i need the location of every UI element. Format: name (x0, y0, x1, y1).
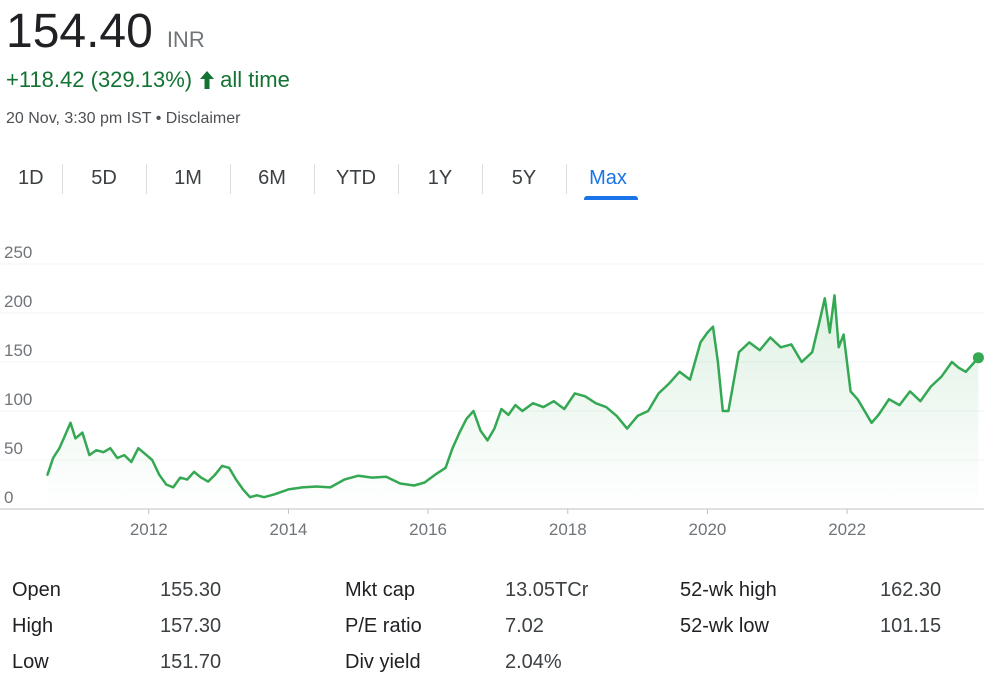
tab-5d[interactable]: 5D (62, 158, 146, 200)
tab-5y[interactable]: 5Y (482, 158, 566, 200)
tab-1d[interactable]: 1D (0, 158, 62, 200)
stat-label: Low (12, 651, 49, 673)
stat-value: 7.02 (505, 615, 544, 637)
arrow-up-icon (200, 71, 215, 89)
stat-high: High 157.30 (12, 608, 221, 644)
x-tick-label: 2016 (409, 520, 447, 539)
stat-div-yield: Div yield 2.04% (345, 644, 562, 680)
y-tick-label: 200 (4, 292, 32, 311)
timestamp: 20 Nov, 3:30 pm IST (6, 110, 152, 127)
stat-mkt-cap: Mkt cap 13.05TCr (345, 572, 588, 608)
stat-low: Low 151.70 (12, 644, 221, 680)
stat-value: 162.30 (880, 579, 942, 601)
separator-dot: • (155, 110, 162, 127)
stat-label: P/E ratio (345, 615, 422, 637)
current-price-dot (972, 352, 984, 364)
y-tick-label: 150 (4, 341, 32, 360)
price-header: 154.40 INR (6, 4, 205, 60)
tab-6m[interactable]: 6M (230, 158, 314, 200)
tab-1y[interactable]: 1Y (398, 158, 482, 200)
stat-label: High (12, 615, 54, 637)
currency-label: INR (166, 27, 205, 52)
stat-label: Mkt cap (345, 579, 416, 601)
price-change: +118.42 (329.13%) all time (6, 66, 290, 94)
tab-max[interactable]: Max (566, 158, 650, 200)
stat-label: Open (12, 579, 61, 601)
y-tick-label: 50 (4, 439, 23, 458)
stat-52wk-high: 52-wk high 162.30 (680, 572, 941, 608)
x-tick-label: 2022 (828, 520, 866, 539)
price-chart[interactable]: 0 50 100 150 200 250 2012 2014 2016 2018 2020 2022 (0, 244, 984, 544)
stat-52wk-low: 52-wk low 101.15 (680, 608, 941, 644)
x-tick-label: 2020 (689, 520, 727, 539)
stat-open: Open 155.30 (12, 572, 221, 608)
stat-value: 2.04% (505, 651, 562, 673)
stat-label: Div yield (345, 651, 421, 673)
range-tabs: 1D 5D 1M 6M YTD 1Y 5Y Max (0, 158, 650, 200)
stat-value: 13.05TCr (505, 579, 589, 601)
stat-label: 52-wk high (680, 579, 777, 601)
price-area (47, 295, 979, 509)
stat-value: 157.30 (160, 615, 222, 637)
stat-value: 101.15 (880, 615, 942, 637)
change-period: all time (220, 67, 290, 92)
stat-label: 52-wk low (680, 615, 769, 637)
tab-1m[interactable]: 1M (146, 158, 230, 200)
y-tick-label: 250 (4, 244, 32, 262)
y-tick-label: 0 (4, 488, 13, 507)
y-tick-label: 100 (4, 390, 32, 409)
stat-value: 151.70 (160, 651, 222, 673)
change-value: +118.42 (329.13%) (6, 67, 193, 92)
x-tick-label: 2018 (549, 520, 587, 539)
timestamp-row: 20 Nov, 3:30 pm IST • Disclaimer (6, 108, 240, 130)
tab-ytd[interactable]: YTD (314, 158, 398, 200)
x-tick-label: 2014 (270, 520, 308, 539)
disclaimer-link[interactable]: Disclaimer (166, 110, 241, 127)
stat-pe-ratio: P/E ratio 7.02 (345, 608, 544, 644)
current-price: 154.40 (6, 5, 153, 58)
stat-value: 155.30 (160, 579, 222, 601)
x-tick-label: 2012 (130, 520, 168, 539)
